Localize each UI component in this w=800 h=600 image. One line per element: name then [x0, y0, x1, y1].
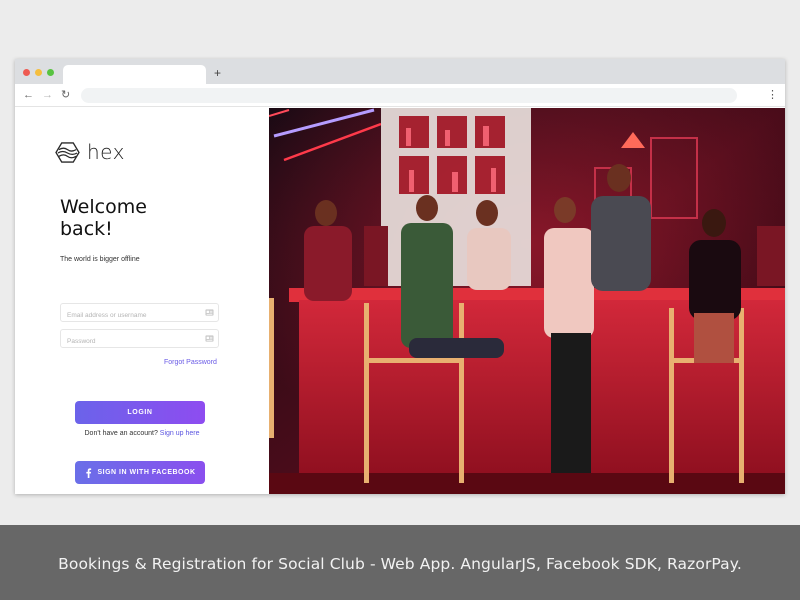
arrow-right-icon[interactable]: →	[42, 87, 53, 103]
facebook-icon	[85, 468, 92, 478]
caption-text: Bookings & Registration for Social Club …	[0, 525, 800, 600]
browser-toolbar: ← → ↻ ⋮	[15, 84, 785, 107]
browser-window: + ← → ↻ ⋮ hex Welcome back! The world i	[15, 59, 785, 494]
caption-band: Bookings & Registration for Social Club …	[0, 525, 800, 600]
welcome-line-1: Welcome	[60, 196, 180, 218]
logo-text: hex	[87, 140, 125, 164]
bar-scene-image	[269, 108, 785, 494]
email-input[interactable]	[61, 307, 196, 324]
close-window-button[interactable]	[23, 69, 30, 76]
password-field	[60, 329, 219, 348]
maximize-window-button[interactable]	[47, 69, 54, 76]
arrow-left-icon[interactable]: ←	[23, 87, 34, 103]
email-field	[60, 303, 219, 322]
reload-icon[interactable]: ↻	[61, 87, 70, 103]
minimize-window-button[interactable]	[35, 69, 42, 76]
signup-link[interactable]: Sign up here	[160, 430, 200, 437]
signup-row: Don't have an account? Sign up here	[15, 430, 269, 437]
address-bar[interactable]	[81, 88, 737, 103]
id-card-icon	[205, 308, 214, 317]
browser-tab-bar: +	[15, 59, 785, 84]
logo: hex	[55, 140, 125, 164]
login-button[interactable]: LOGIN	[75, 401, 205, 424]
id-card-icon	[205, 334, 214, 343]
hero-photo	[269, 108, 785, 494]
browser-tab[interactable]	[63, 65, 206, 84]
kebab-menu-icon[interactable]: ⋮	[767, 87, 778, 103]
facebook-signin-button[interactable]: SIGN IN WITH FACEBOOK	[75, 461, 205, 484]
new-tab-button[interactable]: +	[214, 66, 221, 80]
tagline: The world is bigger offline	[60, 256, 140, 263]
login-panel: hex Welcome back! The world is bigger of…	[15, 108, 269, 494]
password-input[interactable]	[61, 333, 196, 350]
signup-prompt: Don't have an account?	[85, 430, 158, 437]
page-content: hex Welcome back! The world is bigger of…	[15, 108, 785, 494]
hex-logo-icon	[55, 141, 80, 164]
page-title: Welcome back!	[60, 196, 180, 240]
welcome-line-2: back!	[60, 218, 180, 240]
forgot-password-link[interactable]: Forgot Password	[164, 359, 217, 366]
facebook-button-label: SIGN IN WITH FACEBOOK	[98, 469, 196, 476]
